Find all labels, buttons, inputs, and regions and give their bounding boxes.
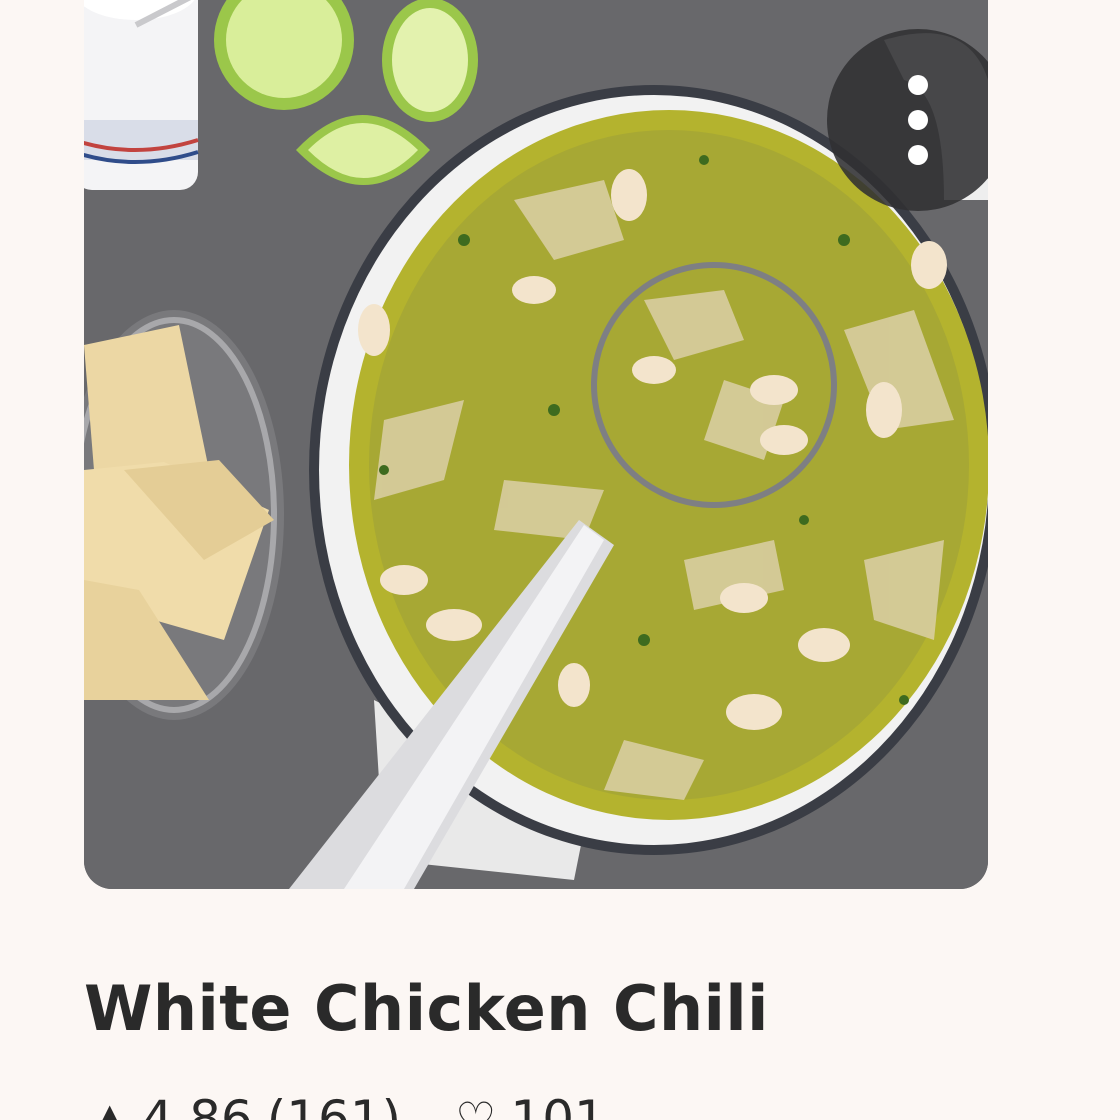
more-vertical-icon-dot [908,110,928,130]
star-icon: ▲ [92,1092,128,1120]
heart-icon: ♡ [455,1092,497,1120]
more-vertical-icon-dot [908,145,928,165]
saves-count: 101 [510,1090,606,1120]
recipe-photo[interactable] [84,0,988,889]
rating-count: (161) [266,1090,402,1120]
recipe-title[interactable]: White Chicken Chili [84,972,769,1045]
rating-value: 4.86 [141,1090,253,1120]
recipe-meta-row: ▲ 4.86 (161) ♡ 101 [92,1090,606,1120]
recipe-card[interactable]: White Chicken Chili ▲ 4.86 (161) ♡ 101 [0,0,1120,1120]
more-vertical-icon-dot [908,75,928,95]
